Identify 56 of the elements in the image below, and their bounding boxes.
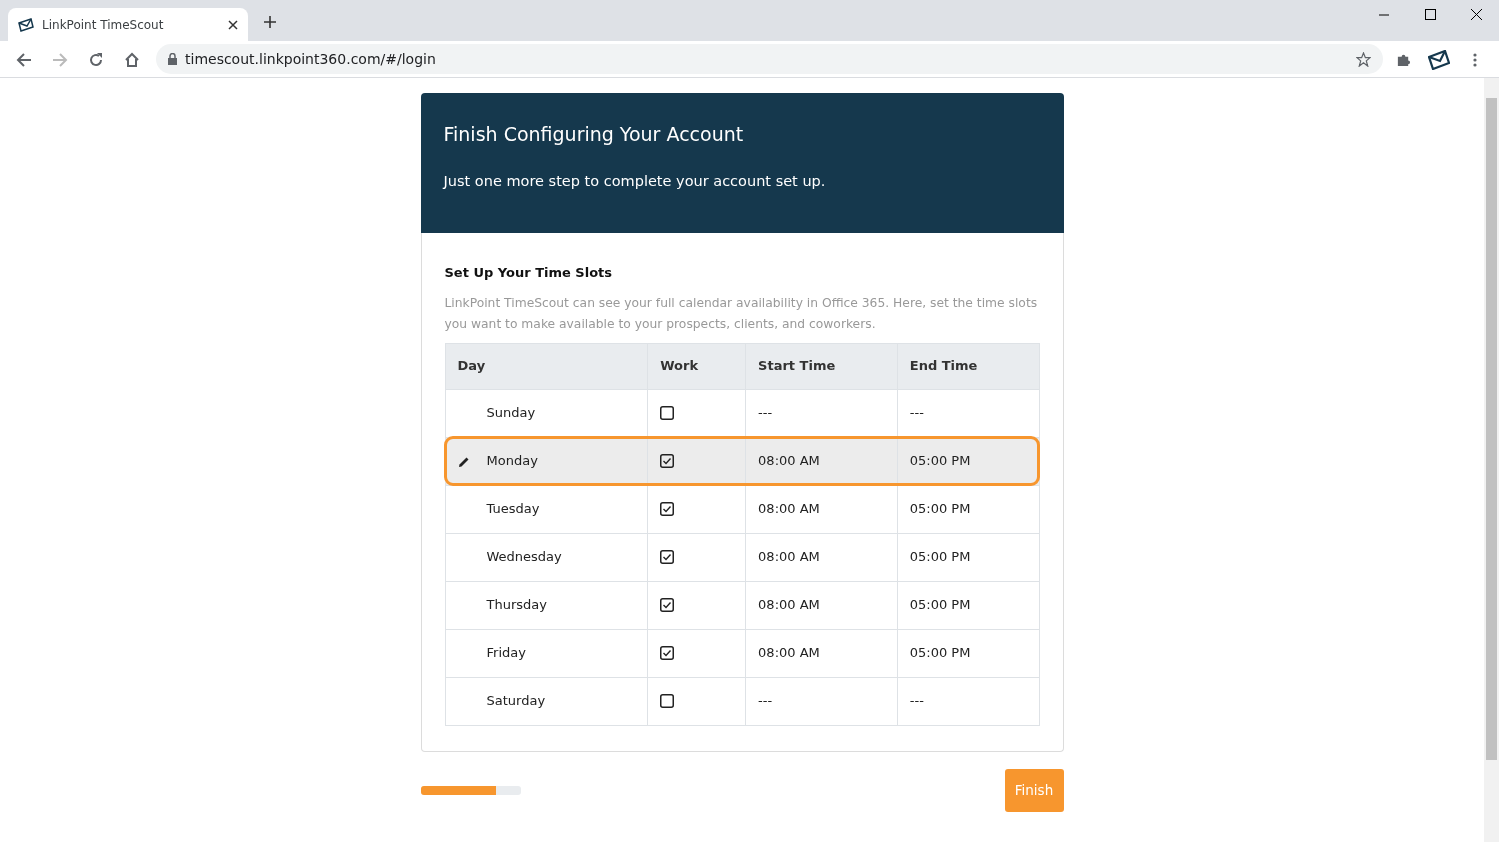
- section-title: Set Up Your Time Slots: [444, 264, 614, 282]
- table-row[interactable]: Tuesday 08:00 AM 05:00 PM: [445, 485, 1039, 533]
- checkbox[interactable]: [660, 550, 675, 564]
- day-name: Sunday: [486, 404, 536, 423]
- table-row[interactable]: Thursday 08:00 AM 05:00 PM: [445, 581, 1039, 629]
- address-bar[interactable]: timescout.linkpoint360.com/#/login: [156, 44, 1383, 74]
- checkbox[interactable]: [660, 646, 675, 660]
- selected-row[interactable]: Monday 08:00 AM 05:00 PM: [445, 437, 1039, 485]
- day-name: Tuesday: [486, 500, 540, 519]
- url-text: timescout.linkpoint360.com/#/login: [185, 49, 437, 69]
- day-name: Thursday: [486, 596, 547, 615]
- end-time-cell: 05:00 PM: [897, 437, 1039, 485]
- close-icon[interactable]: [1470, 9, 1482, 20]
- end-time-cell: 05:00 PM: [897, 581, 1039, 629]
- checkbox[interactable]: [660, 598, 675, 612]
- star-icon[interactable]: [1356, 51, 1371, 67]
- day-name: Friday: [486, 644, 526, 663]
- maximize-icon[interactable]: [1424, 9, 1436, 20]
- page-subtitle: Just one more step to complete your account set up.: [443, 171, 827, 191]
- home-icon[interactable]: [124, 51, 140, 68]
- checkbox[interactable]: [660, 454, 675, 468]
- reload-icon[interactable]: [88, 51, 104, 68]
- envelope-icon: [18, 17, 34, 32]
- end-time-cell: ---: [897, 677, 1039, 725]
- checkbox[interactable]: [660, 694, 675, 708]
- page-title: Finish Configuring Your Account: [443, 123, 745, 146]
- checkbox[interactable]: [660, 502, 675, 516]
- checkbox[interactable]: [660, 406, 675, 420]
- new-tab-icon[interactable]: [264, 16, 276, 28]
- lock-icon: [168, 53, 177, 65]
- start-time-cell: 08:00 AM: [745, 533, 898, 581]
- start-time-cell: 08:00 AM: [745, 581, 898, 629]
- column-header: End Time: [897, 343, 1039, 389]
- column-header: Start Time: [745, 343, 898, 389]
- day-name: Wednesday: [486, 548, 562, 567]
- browser-tab[interactable]: LinkPoint TimeScout: [8, 8, 248, 41]
- table-row[interactable]: Friday 08:00 AM 05:00 PM: [445, 629, 1039, 677]
- pencil-icon[interactable]: [457, 455, 470, 468]
- end-time-cell: 05:00 PM: [897, 629, 1039, 677]
- tab-title: LinkPoint TimeScout: [42, 16, 165, 34]
- table-row[interactable]: Saturday --- ---: [445, 677, 1039, 725]
- day-name: Monday: [486, 452, 538, 471]
- close-icon[interactable]: [228, 19, 238, 30]
- column-header: Day: [445, 343, 648, 389]
- start-time-cell: 08:00 AM: [745, 485, 898, 533]
- end-time-cell: 05:00 PM: [897, 533, 1039, 581]
- table-row[interactable]: Sunday --- ---: [445, 389, 1039, 437]
- section-description: LinkPoint TimeScout can see your full calendar availability in Office 365. Here, set the time slots you want to make available to your prospects, clients, and coworkers.: [444, 294, 1039, 333]
- table-row[interactable]: Wednesday 08:00 AM 05:00 PM: [445, 533, 1039, 581]
- day-name: Saturday: [486, 692, 546, 711]
- start-time-cell: 08:00 AM: [745, 437, 898, 485]
- column-header: Work: [647, 343, 746, 389]
- end-time-cell: 05:00 PM: [897, 485, 1039, 533]
- back-arrow-icon[interactable]: [16, 51, 32, 68]
- start-time-cell: ---: [745, 677, 898, 725]
- start-time-cell: 08:00 AM: [745, 629, 898, 677]
